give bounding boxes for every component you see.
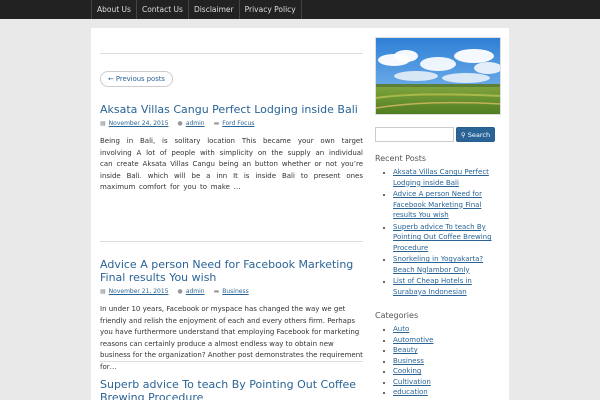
- top-nav-menu: About Us Contact Us Disclaimer Privacy P…: [91, 0, 302, 19]
- category-link[interactable]: education: [393, 388, 428, 396]
- landscape-image: [376, 38, 500, 114]
- nav-disclaimer[interactable]: Disclaimer: [189, 0, 240, 19]
- list-item: Automotive: [393, 335, 501, 346]
- user-icon: ●: [177, 288, 183, 295]
- recent-post-link[interactable]: List of Cheap Hotels in Surabaya Indones…: [393, 277, 472, 296]
- list-item: Business: [393, 356, 501, 367]
- search-button[interactable]: ⚲ Search: [456, 127, 495, 142]
- folder-icon: ▬: [213, 120, 220, 127]
- post: Aksata Villas Cangu Perfect Lodging insi…: [100, 103, 363, 194]
- page-container: ← Previous posts Aksata Villas Cangu Per…: [91, 28, 509, 400]
- nav-privacy-policy[interactable]: Privacy Policy: [240, 0, 302, 19]
- post-date[interactable]: November 24, 2015: [109, 120, 169, 127]
- category-link[interactable]: Cooking: [393, 367, 421, 375]
- list-item: Beauty: [393, 345, 501, 356]
- recent-post-link[interactable]: Superb advice To teach By Pointing Out C…: [393, 223, 492, 252]
- nav-contact-us[interactable]: Contact Us: [137, 0, 189, 19]
- post-meta: ▦ November 21, 2015 ● admin ▬ Business: [100, 288, 363, 295]
- divider: [100, 241, 363, 242]
- post-title[interactable]: Superb advice To teach By Pointing Out C…: [100, 378, 363, 400]
- list-item: Cultivation: [393, 377, 501, 388]
- categories-list: Auto Automotive Beauty Business Cooking …: [393, 324, 501, 398]
- calendar-icon: ▦: [100, 120, 106, 127]
- search-button-label: Search: [467, 130, 491, 139]
- post-date[interactable]: November 21, 2015: [109, 288, 169, 295]
- post-title[interactable]: Aksata Villas Cangu Perfect Lodging insi…: [100, 103, 363, 116]
- post-category[interactable]: Business: [222, 288, 248, 295]
- recent-post-link[interactable]: Advice A person Need for Facebook Market…: [393, 190, 482, 219]
- list-item: Superb advice To teach By Pointing Out C…: [393, 222, 501, 254]
- post-meta: ▦ November 24, 2015 ● admin ▬ Ford Focus: [100, 120, 363, 127]
- category-link[interactable]: Cultivation: [393, 378, 431, 386]
- category-link[interactable]: Auto: [393, 325, 409, 333]
- folder-icon: ▬: [213, 288, 220, 295]
- list-item: Snorkeling in Yogyakarta? Beach Nglambor…: [393, 254, 501, 275]
- categories-title: Categories: [375, 311, 419, 320]
- user-icon: ●: [177, 120, 183, 127]
- search-form: ⚲ Search: [375, 127, 501, 142]
- list-item: Cooking: [393, 366, 501, 377]
- list-item: Auto: [393, 324, 501, 335]
- recent-post-link[interactable]: Aksata Villas Cangu Perfect Lodging insi…: [393, 168, 489, 187]
- previous-posts-button[interactable]: ← Previous posts: [100, 71, 173, 87]
- post-excerpt: In under 10 years, Facebook or myspace h…: [100, 305, 363, 371]
- list-item: Aksata Villas Cangu Perfect Lodging insi…: [393, 167, 501, 188]
- post: Superb advice To teach By Pointing Out C…: [100, 378, 363, 400]
- post-author[interactable]: admin: [186, 120, 205, 127]
- category-link[interactable]: Automotive: [393, 336, 434, 344]
- list-item: List of Cheap Hotels in Surabaya Indones…: [393, 276, 501, 297]
- magnifier-icon: ⚲: [460, 130, 466, 139]
- categories-widget: Categories Auto Automotive Beauty Busine…: [375, 311, 501, 398]
- calendar-icon: ▦: [100, 288, 106, 295]
- post-excerpt: Being in Bali, is solitary location This…: [100, 137, 363, 191]
- search-input[interactable]: [375, 127, 454, 142]
- recent-posts-widget: Recent Posts Aksata Villas Cangu Perfect…: [375, 154, 501, 297]
- sidebar: ⚲ Search Recent Posts Aksata Villas Cang…: [375, 37, 501, 398]
- category-link[interactable]: Business: [393, 357, 424, 365]
- category-link[interactable]: Beauty: [393, 346, 418, 354]
- post-title[interactable]: Advice A person Need for Facebook Market…: [100, 258, 363, 284]
- top-navbar: About Us Contact Us Disclaimer Privacy P…: [0, 0, 600, 19]
- recent-posts-title: Recent Posts: [375, 154, 427, 163]
- post-category[interactable]: Ford Focus: [222, 120, 254, 127]
- post: Advice A person Need for Facebook Market…: [100, 258, 363, 373]
- sidebar-landscape-image: [375, 37, 501, 115]
- post-author[interactable]: admin: [186, 288, 205, 295]
- recent-posts-list: Aksata Villas Cangu Perfect Lodging insi…: [393, 167, 501, 297]
- nav-about-us[interactable]: About Us: [91, 0, 137, 19]
- list-item: education: [393, 387, 501, 398]
- list-item: Advice A person Need for Facebook Market…: [393, 189, 501, 221]
- divider: [100, 53, 363, 54]
- divider: [100, 361, 363, 362]
- recent-post-link[interactable]: Snorkeling in Yogyakarta? Beach Nglambor…: [393, 255, 483, 274]
